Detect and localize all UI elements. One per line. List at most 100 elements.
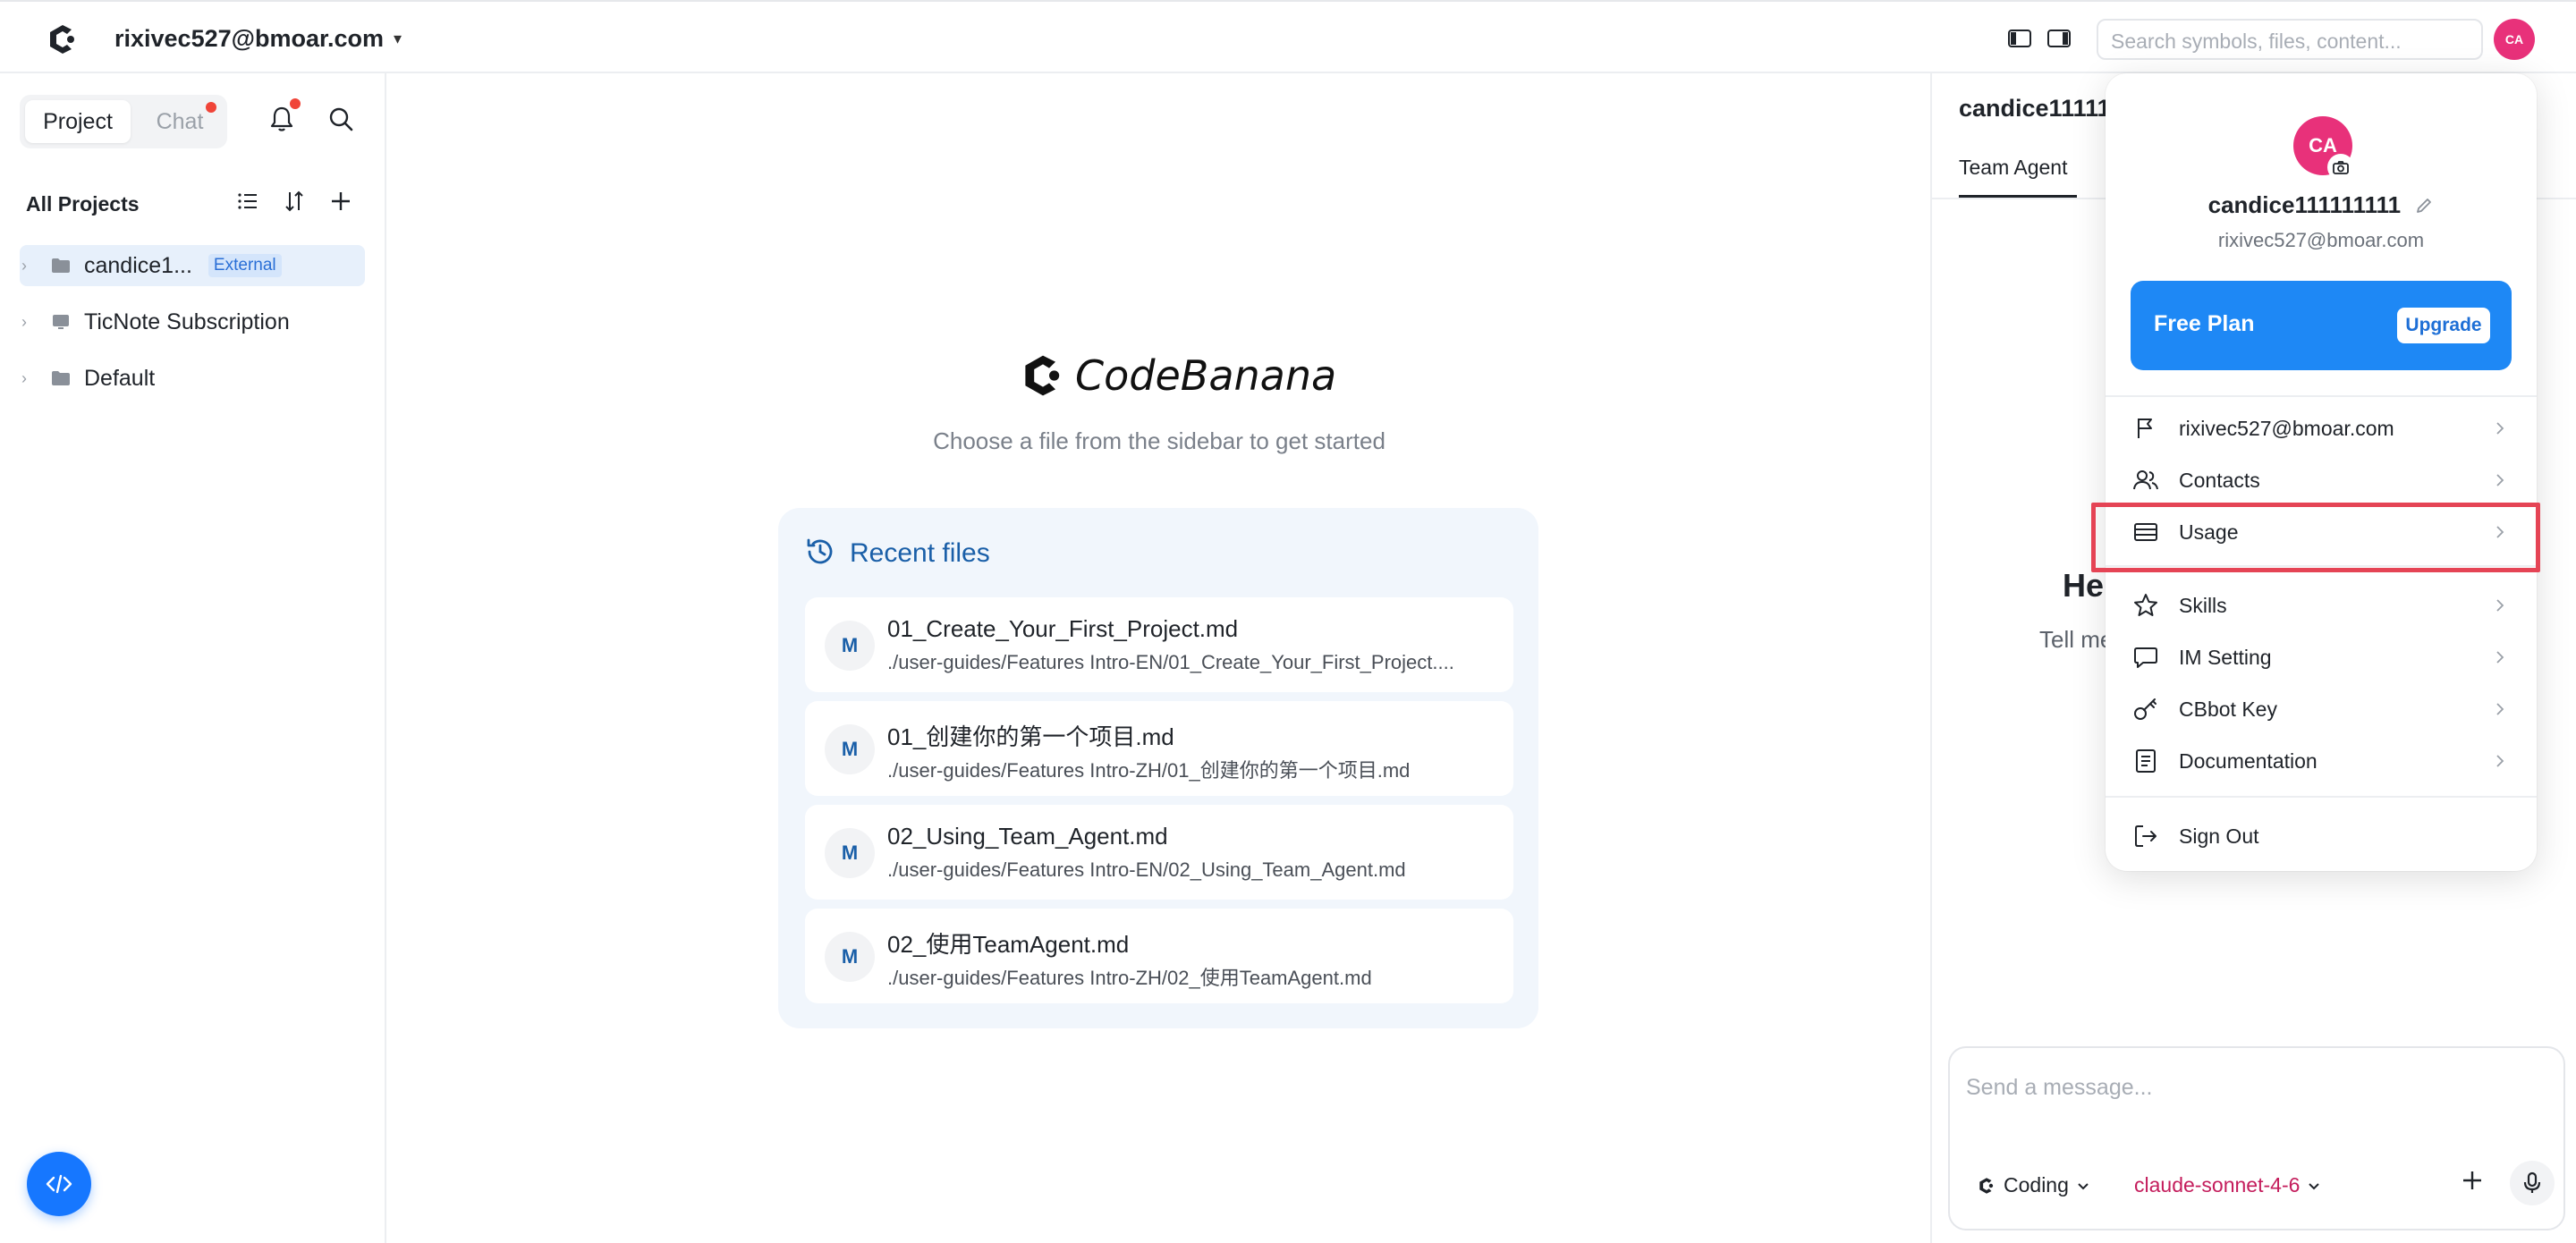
chevron-right-icon (2496, 599, 2504, 612)
file-name: 01_Create_Your_First_Project.md (887, 615, 1239, 642)
sidebar-mode-switch: Project Chat (20, 95, 227, 148)
user-avatar-button[interactable]: CA (2494, 19, 2535, 60)
username-text: candice111111111 (2207, 191, 2402, 218)
upgrade-button[interactable]: Upgrade (2397, 308, 2490, 343)
menu-item-label: CBbot Key (2179, 697, 2277, 721)
folder-icon (52, 258, 70, 273)
project-label: candice1... (84, 252, 192, 278)
menu-item-cbbot-key[interactable]: CBbot Key (2106, 683, 2537, 735)
recent-files-panel: Recent files M 01_Create_Your_First_Proj… (778, 508, 1538, 1028)
chevron-right-icon (2496, 651, 2504, 664)
toggle-left-panel-icon[interactable] (2007, 26, 2032, 51)
project-item-default[interactable]: › Default (20, 358, 365, 399)
chevron-down-icon (2078, 1182, 2089, 1189)
model-selector[interactable]: claude-sonnet-4-6 (2134, 1173, 2321, 1197)
markdown-badge: M (825, 621, 875, 671)
menu-item-usage[interactable]: Usage (2106, 506, 2537, 558)
chat-bubble-icon (2134, 647, 2157, 668)
recent-file-item[interactable]: M 01_创建你的第一个项目.md ./user-guides/Features… (805, 701, 1513, 796)
account-menu: CA candice111111111 rixivec527@bmoar.com… (2106, 73, 2537, 871)
usage-icon (2134, 523, 2157, 541)
file-path: ./user-guides/Features Intro-EN/01_Creat… (887, 651, 1454, 673)
camera-icon[interactable] (2329, 156, 2352, 179)
menu-item-sign-out[interactable]: Sign Out (2106, 810, 2537, 862)
message-composer: Send a message... Coding claude-sonnet-4… (1948, 1046, 2565, 1230)
empty-state-subtitle: Choose a file from the sidebar to get st… (933, 427, 1385, 454)
chevron-right-icon (2496, 703, 2504, 715)
expand-chevron-icon[interactable]: › (21, 257, 38, 275)
recent-files-title: Recent files (850, 538, 990, 568)
model-label: claude-sonnet-4-6 (2134, 1173, 2301, 1196)
sidebar: Project Chat All Projects › candice1... … (0, 73, 386, 1243)
codebanana-logo-icon[interactable] (45, 21, 80, 57)
brand-name: CodeBanana (1075, 351, 1337, 400)
menu-item-im-setting[interactable]: IM Setting (2106, 631, 2537, 683)
toggle-right-panel-icon[interactable] (2046, 26, 2072, 51)
menu-divider (2106, 796, 2537, 798)
file-name: 02_Using_Team_Agent.md (887, 823, 1168, 850)
edit-pencil-icon[interactable] (2414, 196, 2434, 216)
project-label: TicNote Subscription (84, 309, 290, 334)
menu-item-label: rixivec527@bmoar.com (2179, 416, 2394, 440)
agent-greeting-subtitle: Tell me (2039, 626, 2114, 653)
menu-email: rixivec527@bmoar.com (2217, 229, 2425, 251)
menu-item-documentation[interactable]: Documentation (2106, 735, 2537, 787)
file-path: ./user-guides/Features Intro-ZH/02_使用Tea… (887, 967, 1372, 989)
chevron-right-icon (2496, 526, 2504, 538)
tab-team-agent[interactable]: Team Agent (1959, 156, 2067, 180)
menu-item-skills[interactable]: Skills (2106, 579, 2537, 631)
codebanana-logo-icon (1979, 1177, 1994, 1194)
attach-plus-icon[interactable] (2456, 1164, 2488, 1196)
menu-divider (2106, 565, 2537, 567)
menu-divider (2106, 395, 2537, 397)
sort-icon[interactable] (281, 188, 308, 215)
all-projects-heading: All Projects (26, 192, 140, 216)
file-name: 02_使用TeamAgent.md (887, 931, 1130, 958)
menu-item-account[interactable]: rixivec527@bmoar.com (2106, 402, 2537, 454)
sign-out-icon (2135, 825, 2157, 847)
tab-project[interactable]: Project (25, 100, 131, 143)
menu-item-label: Contacts (2179, 468, 2260, 492)
add-project-icon[interactable] (327, 188, 354, 215)
expand-chevron-icon[interactable]: › (21, 369, 38, 388)
plan-name: Free Plan (2154, 311, 2255, 336)
markdown-badge: M (825, 724, 875, 774)
plan-card: Free Plan Upgrade (2131, 281, 2512, 370)
chat-unread-dot (206, 102, 216, 113)
microphone-button[interactable] (2510, 1161, 2555, 1205)
code-icon (46, 1174, 72, 1194)
menu-item-label: IM Setting (2179, 645, 2272, 669)
mode-selector[interactable]: Coding (1977, 1173, 2090, 1197)
search-icon[interactable] (326, 104, 356, 134)
recent-file-item[interactable]: M 01_Create_Your_First_Project.md ./user… (805, 597, 1513, 692)
top-bar: rixivec527@bmoar.com ▾ Search symbols, f… (0, 0, 2576, 73)
notification-dot (290, 98, 301, 109)
list-view-icon[interactable] (234, 188, 261, 215)
account-caret-icon[interactable]: ▾ (394, 30, 402, 48)
users-icon (2133, 470, 2158, 490)
document-icon (2136, 749, 2156, 773)
chevron-down-icon (2309, 1182, 2320, 1189)
menu-item-contacts[interactable]: Contacts (2106, 454, 2537, 506)
account-switcher-label[interactable]: rixivec527@bmoar.com (114, 25, 384, 53)
expand-chevron-icon[interactable]: › (21, 313, 38, 332)
menu-item-label: Documentation (2179, 748, 2318, 773)
code-view-button[interactable] (27, 1152, 91, 1216)
file-path: ./user-guides/Features Intro-EN/02_Using… (887, 858, 1406, 881)
menu-username: candice111111111 (2106, 191, 2537, 219)
project-item-ticnote[interactable]: › TicNote Subscription (20, 301, 365, 342)
agent-greeting: He (2063, 567, 2105, 604)
global-search-input[interactable]: Search symbols, files, content... (2097, 19, 2483, 60)
agent-panel-title: candice11111 (1959, 95, 2111, 122)
message-input[interactable]: Send a message... (1966, 1075, 2152, 1101)
file-path: ./user-guides/Features Intro-ZH/01_创建你的第… (887, 759, 1411, 782)
project-item-candice[interactable]: › candice1... External (20, 245, 365, 286)
codebanana-logo-icon (1025, 355, 1060, 396)
markdown-badge: M (825, 828, 875, 878)
recent-file-item[interactable]: M 02_Using_Team_Agent.md ./user-guides/F… (805, 805, 1513, 900)
brand-mark: CodeBanana (1018, 349, 1336, 402)
recent-file-item[interactable]: M 02_使用TeamAgent.md ./user-guides/Featur… (805, 909, 1513, 1003)
menu-item-label: Skills (2179, 593, 2227, 617)
menu-item-label: Usage (2179, 520, 2239, 544)
file-name: 01_创建你的第一个项目.md (887, 723, 1174, 750)
